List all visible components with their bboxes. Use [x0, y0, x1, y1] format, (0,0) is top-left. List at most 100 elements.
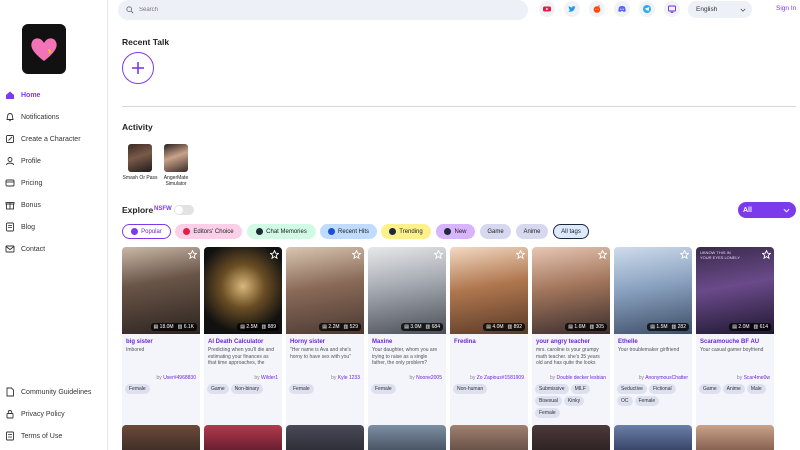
character-card[interactable]: ▤ 18.0M ▥ 6.1K big sister Imbored by User#49… [122, 247, 200, 444]
card-tag-chip[interactable]: Submissive [535, 384, 569, 394]
card-tag-chip[interactable]: Non-human [453, 384, 488, 394]
sidebar-item-pricing[interactable]: Pricing [0, 172, 108, 194]
sidebar-item-privacy-policy[interactable]: Privacy Policy [0, 403, 108, 425]
sign-in-link[interactable]: Sign In [776, 5, 796, 12]
sidebar-item-create-a-character[interactable]: Create a Character [0, 128, 108, 150]
favorite-star-icon[interactable] [188, 250, 197, 259]
card-tag-chip[interactable]: Female [634, 396, 660, 406]
sidebar-item-bonus[interactable]: Bonus [0, 194, 108, 216]
creator-link[interactable]: Wilder1 [261, 375, 278, 381]
character-card[interactable]: ▤ 1.5M ▥ 282 Ethelle Your troublemaker girl… [614, 247, 692, 444]
character-description: mrs. caroline is your grumpy math teache… [536, 347, 600, 366]
card-tag-chip[interactable]: Female [371, 384, 396, 394]
search-input[interactable] [139, 7, 519, 13]
sidebar-item-home[interactable]: Home [0, 84, 108, 106]
character-name[interactable]: Scaramouche BF AU [696, 334, 774, 347]
tag-all-tags[interactable]: All tags [553, 224, 589, 239]
creator-link[interactable]: Kyle 1233 [338, 375, 360, 381]
tag-game[interactable]: Game [480, 224, 511, 239]
sidebar-item-profile[interactable]: Profile [0, 150, 108, 172]
creator-link[interactable]: AnonymousChatter [645, 375, 688, 381]
tag-trending[interactable]: Trending [381, 224, 431, 239]
character-name[interactable]: AI Death Calculator [204, 334, 282, 347]
tag-recent-hits[interactable]: Recent Hits [320, 224, 377, 239]
character-name[interactable]: your angry teacher [532, 334, 610, 347]
sidebar-item-community-guidelines[interactable]: Community Guidelines [0, 381, 108, 403]
card-tag-chip[interactable]: Male [746, 384, 766, 394]
sidebar-item-notifications[interactable]: Notifications [0, 106, 108, 128]
reddit-icon[interactable] [589, 1, 605, 17]
character-name[interactable]: Maxine [368, 334, 446, 347]
creator-link[interactable]: Noone2005 [416, 375, 442, 381]
tag-new[interactable]: New [436, 224, 475, 239]
character-card-partial[interactable] [696, 425, 774, 450]
plus-icon [132, 62, 144, 74]
character-card-partial[interactable] [532, 425, 610, 450]
card-tag-chip[interactable]: Bisexual [535, 396, 562, 406]
character-card-partial[interactable] [122, 425, 200, 450]
character-card-partial[interactable] [614, 425, 692, 450]
character-image: ▤ 2.2M ▥ 529 [286, 247, 364, 334]
category-filter-select[interactable]: All [738, 202, 796, 218]
sidebar-item-blog[interactable]: Blog [0, 216, 108, 238]
app-logo[interactable] [22, 24, 66, 74]
card-tag-chip[interactable]: Anime [722, 384, 745, 394]
memory-count: ▥ 889 [261, 324, 276, 330]
telegram-icon[interactable] [639, 1, 655, 17]
sidebar-item-contact[interactable]: Contact [0, 238, 108, 260]
card-tag-chip[interactable]: OC [617, 396, 633, 406]
card-tag-chip[interactable]: Seductive [617, 384, 647, 394]
favorite-star-icon[interactable] [762, 250, 771, 259]
character-name[interactable]: Ethelle [614, 334, 692, 347]
favorite-star-icon[interactable] [270, 250, 279, 259]
tag-editors-choice[interactable]: Editors' Choice [175, 224, 242, 239]
activity-item[interactable]: AngerMate Simulator [163, 144, 189, 188]
activity-item[interactable]: Smash Or Pass [122, 144, 158, 181]
favorite-star-icon[interactable] [680, 250, 689, 259]
card-tag-chip[interactable]: Game [699, 384, 721, 394]
nsfw-toggle[interactable] [174, 205, 194, 215]
language-select[interactable]: English [688, 1, 752, 18]
character-card[interactable]: ▤ 3.0M ▥ 684 Maxine Your daughter, whom you… [368, 247, 446, 444]
card-tag-chip[interactable]: Kinky [563, 396, 585, 406]
card-tag-chip[interactable]: Fictional [648, 384, 676, 394]
favorite-star-icon[interactable] [516, 250, 525, 259]
character-name[interactable]: Horny sister [286, 334, 364, 347]
character-name[interactable]: big sister [122, 334, 200, 347]
creator-link[interactable]: Scar4me0w [744, 375, 770, 381]
card-tag-chip[interactable]: MILF [570, 384, 590, 394]
card-tag-chip[interactable]: Game [207, 384, 229, 394]
card-tag-chip[interactable]: Female [125, 384, 150, 394]
tag-chat-memories[interactable]: Chat Memories [247, 224, 316, 239]
tv-icon[interactable] [664, 1, 680, 17]
character-card[interactable]: UKNOW THIS IN YOUR EYES LONELY ▤ 2.0M ▥ 61… [696, 247, 774, 444]
character-card-partial[interactable] [450, 425, 528, 450]
search-bar[interactable] [118, 0, 528, 20]
card-tag-chip[interactable]: Female [535, 408, 560, 418]
tag-anime[interactable]: Anime [516, 224, 548, 239]
favorite-star-icon[interactable] [434, 250, 443, 259]
character-name[interactable]: Fredina [450, 334, 528, 347]
add-talk-button[interactable] [122, 52, 154, 84]
character-card[interactable]: ▤ 1.6M ▥ 305 your angry teacher mrs. caroli… [532, 247, 610, 444]
creator-link[interactable]: User#4968830 [163, 375, 196, 381]
tag-popular[interactable]: Popular [122, 224, 171, 239]
favorite-star-icon[interactable] [598, 250, 607, 259]
character-card-partial[interactable] [204, 425, 282, 450]
card-tag-chip[interactable]: Non-binary [230, 384, 264, 394]
youtube-icon[interactable] [539, 1, 555, 17]
character-card[interactable]: ▤ 4.0M ▥ 892 Fredina by Zo Zapious#1581909 N… [450, 247, 528, 444]
character-card[interactable]: ▤ 2.5M ▥ 889 AI Death Calculator Predicting… [204, 247, 282, 444]
creator-link[interactable]: Zo Zapious#1581909 [477, 375, 524, 381]
character-card-partial[interactable] [286, 425, 364, 450]
creator-link[interactable]: Double decker lesbian [557, 375, 606, 381]
character-card-partial[interactable] [368, 425, 446, 450]
discord-icon[interactable] [614, 1, 630, 17]
character-card[interactable]: ▤ 2.2M ▥ 529 Horny sister "Her name is Ava … [286, 247, 364, 444]
heart-icon [131, 228, 139, 235]
sidebar-item-terms-of-use[interactable]: Terms of Use [0, 425, 108, 447]
favorite-star-icon[interactable] [352, 250, 361, 259]
card-tag-chip[interactable]: Female [289, 384, 314, 394]
search-icon [126, 6, 134, 14]
twitter-icon[interactable] [564, 1, 580, 17]
